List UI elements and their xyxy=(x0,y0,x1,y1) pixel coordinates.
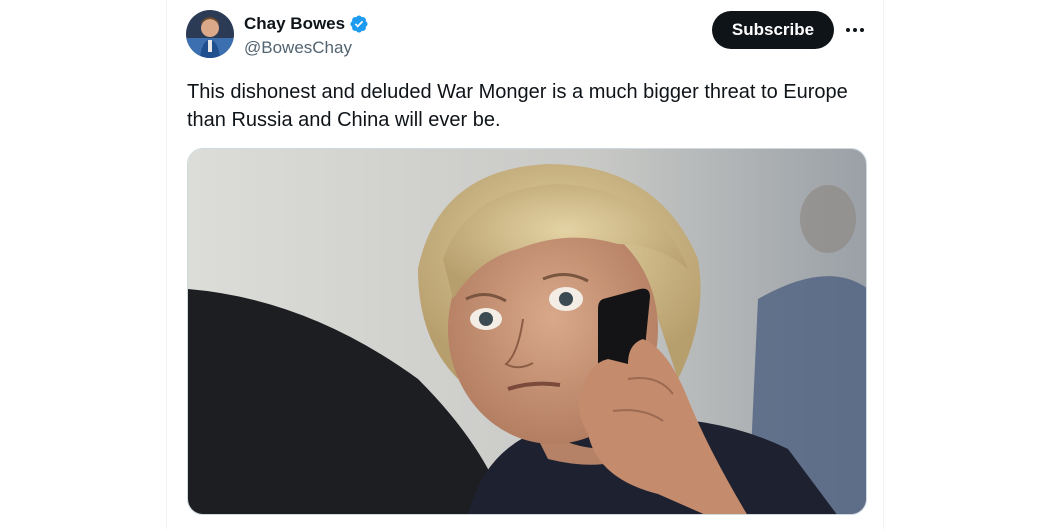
author-display-name[interactable]: Chay Bowes xyxy=(244,14,345,34)
more-options-button[interactable] xyxy=(842,18,868,42)
tweet-media-photo[interactable] xyxy=(187,148,867,515)
tweet-text: This dishonest and deluded War Monger is… xyxy=(187,81,848,131)
avatar-image xyxy=(186,10,234,58)
author-handle[interactable]: @BowesChay xyxy=(244,38,352,58)
author-name-row[interactable]: Chay Bowes xyxy=(244,13,369,35)
subscribe-button[interactable]: Subscribe xyxy=(712,11,834,49)
avatar[interactable] xyxy=(186,10,234,58)
photo-woman-on-phone xyxy=(188,149,866,514)
tweet-card: Chay Bowes @BowesChay Subscribe This dis… xyxy=(166,0,884,529)
verified-badge-icon xyxy=(350,15,368,33)
more-horizontal-icon xyxy=(846,28,864,32)
